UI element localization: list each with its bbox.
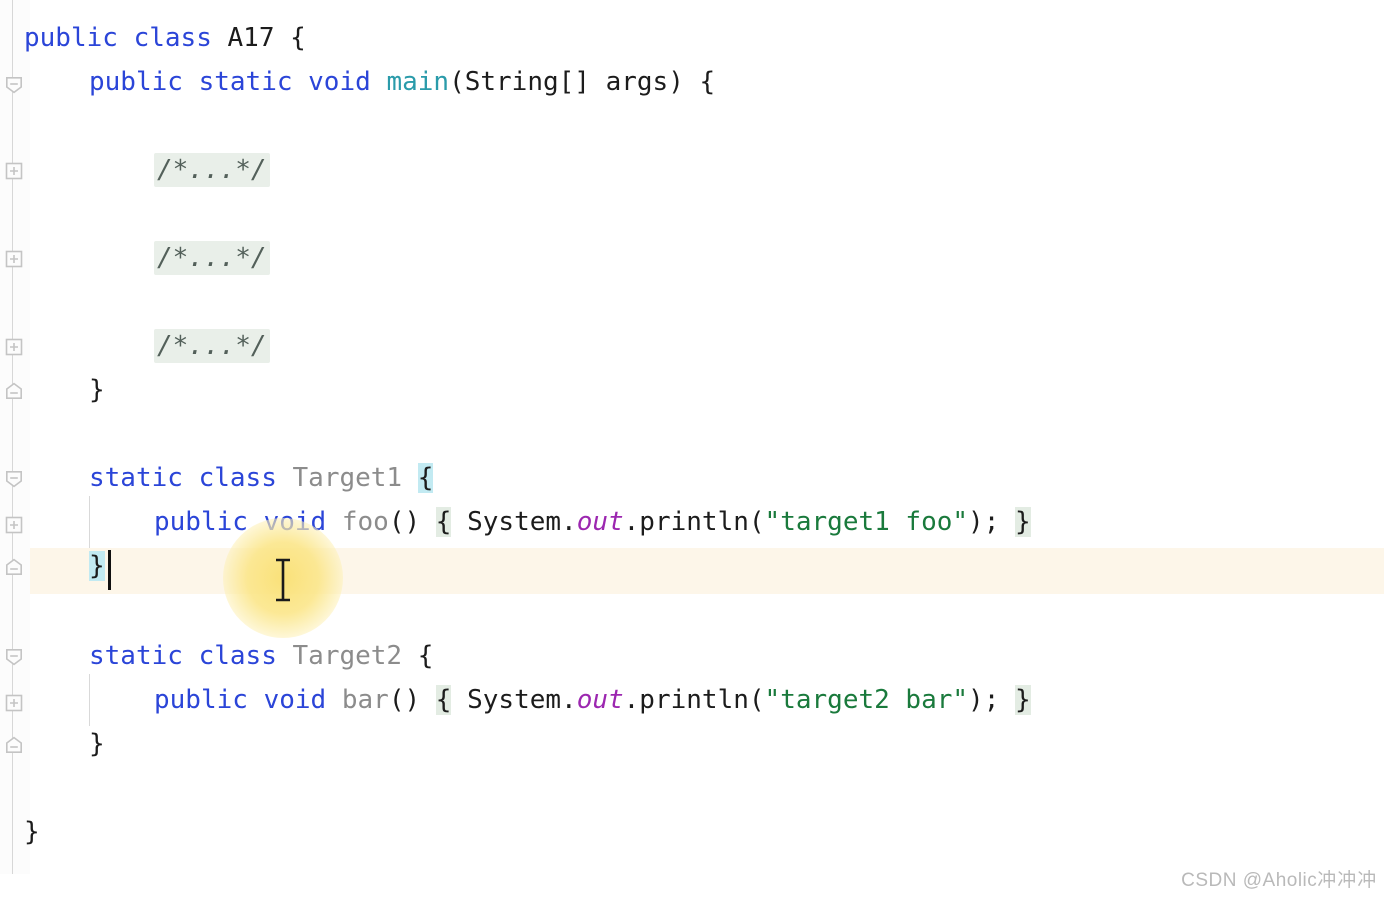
code-token: /*...*/ (154, 241, 270, 275)
code-token: { (274, 23, 306, 53)
code-editor[interactable]: public class A17 {public static void mai… (0, 0, 1384, 891)
code-line[interactable]: public void bar() { System.out.println("… (154, 678, 1031, 722)
watermark: CSDN @Aholic冲冲冲 (1158, 843, 1377, 914)
code-line[interactable]: /*...*/ (154, 148, 270, 192)
code-token: void (263, 685, 327, 715)
code-token: } (89, 729, 105, 759)
code-token: System. (451, 507, 577, 537)
text-caret (108, 550, 111, 590)
code-token: static (89, 463, 183, 493)
code-line[interactable]: /*...*/ (154, 236, 270, 280)
code-token: class (198, 463, 277, 493)
code-token: class (198, 641, 277, 671)
watermark-cn-text: 冲冲冲 (1317, 869, 1378, 891)
code-token: static (198, 67, 293, 97)
code-token: .println( (623, 507, 765, 537)
code-token: System. (451, 685, 577, 715)
code-token: } (24, 817, 40, 847)
code-line[interactable]: static class Target2 { (89, 634, 433, 678)
code-token: /*...*/ (154, 329, 270, 363)
code-token: { (435, 685, 452, 715)
code-line[interactable]: public class A17 { (24, 16, 306, 60)
code-token: A17 (227, 23, 275, 53)
code-token: static (89, 641, 183, 671)
code-token: } (89, 551, 105, 581)
code-line[interactable]: /*...*/ (154, 324, 270, 368)
code-token: } (1015, 507, 1031, 537)
code-token: (String[] args) { (449, 67, 716, 97)
code-token: public (89, 67, 183, 97)
code-token: out (576, 507, 624, 537)
code-line[interactable]: } (89, 544, 105, 588)
code-token: main (386, 67, 450, 97)
code-token: class (133, 23, 212, 53)
code-token: "target1 foo" (764, 507, 969, 537)
code-token: Target2 (292, 641, 403, 671)
code-token: ); (968, 507, 1016, 537)
code-token: public (154, 685, 248, 715)
code-line[interactable]: } (89, 368, 105, 412)
code-token: /*...*/ (154, 153, 270, 187)
code-token: } (89, 375, 105, 405)
code-token: "target2 bar" (764, 685, 969, 715)
code-token: out (576, 685, 624, 715)
code-token: bar (341, 685, 389, 715)
code-token: .println( (623, 685, 765, 715)
code-token: foo (341, 507, 389, 537)
code-token: () (388, 507, 436, 537)
code-token: public (24, 23, 118, 53)
code-line[interactable]: public static void main(String[] args) { (89, 60, 715, 104)
code-token: void (263, 507, 327, 537)
code-line[interactable]: } (24, 810, 40, 854)
watermark-text: CSDN @Aholic (1181, 870, 1318, 891)
code-token: Target1 (292, 463, 403, 493)
code-line[interactable]: } (89, 722, 105, 766)
code-token: void (308, 67, 371, 97)
code-line[interactable]: public void foo() { System.out.println("… (154, 500, 1031, 544)
code-line[interactable]: static class Target1 { (89, 456, 434, 500)
code-token: ); (968, 685, 1016, 715)
code-token: public (154, 507, 248, 537)
code-token: { (435, 507, 452, 537)
code-token: { (402, 641, 434, 671)
code-token: () (388, 685, 436, 715)
code-content[interactable]: public class A17 {public static void mai… (0, 0, 1384, 874)
code-token: { (417, 463, 434, 493)
code-token: } (1015, 685, 1031, 715)
